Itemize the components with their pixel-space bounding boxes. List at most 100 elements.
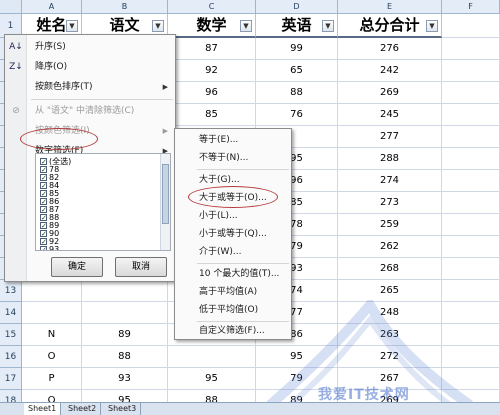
table-cell[interactable]: 65 xyxy=(256,60,338,82)
filter-values-list[interactable]: ✓ (全选) ✓ 78 ✓ 82 ✓ 84 ✓ 85 ✓ 86 ✓ 87 ✓ 88 ✓ 89 ✓ 90 ✓ 92 ✓ 93 xyxy=(35,153,171,251)
less-or-equal-item[interactable]: 小于或等于(Q)... xyxy=(175,225,291,243)
table-cell[interactable]: 92 xyxy=(168,60,256,82)
header-cell-total[interactable]: 总分合计 ▼ xyxy=(338,14,442,38)
filter-dropdown-button[interactable]: ▼ xyxy=(322,20,334,32)
checkbox-icon[interactable]: ✓ xyxy=(40,238,47,246)
table-cell[interactable]: 269 xyxy=(338,82,442,104)
table-cell[interactable]: 265 xyxy=(338,280,442,302)
header-cell-math[interactable]: 数学 ▼ xyxy=(168,14,256,38)
table-cell[interactable]: 262 xyxy=(338,236,442,258)
sheet-tab-2[interactable]: Sheet2 xyxy=(64,403,102,415)
table-cell[interactable]: 89 xyxy=(82,324,168,346)
scrollbar-thumb[interactable] xyxy=(162,164,169,224)
table-cell[interactable] xyxy=(442,126,500,148)
empty-cell[interactable] xyxy=(442,14,500,38)
sort-ascending-item[interactable]: A↓ 升序(S) xyxy=(5,37,175,57)
top-10-item[interactable]: 10 个最大的值(T)... xyxy=(175,265,291,283)
column-header-e[interactable]: E xyxy=(338,0,442,14)
table-cell[interactable] xyxy=(442,148,500,170)
table-cell[interactable]: 85 xyxy=(168,104,256,126)
table-cell[interactable]: 245 xyxy=(338,104,442,126)
row-header[interactable]: 16 xyxy=(0,346,22,368)
row-header[interactable]: 14 xyxy=(0,302,22,324)
filter-dropdown-button[interactable]: ▼ xyxy=(152,20,164,32)
table-cell[interactable]: 259 xyxy=(338,214,442,236)
filter-list-item[interactable]: ✓ 93 xyxy=(40,245,59,250)
filter-dropdown-button[interactable]: ▼ xyxy=(66,20,78,32)
table-cell[interactable] xyxy=(442,236,500,258)
table-cell[interactable]: 242 xyxy=(338,60,442,82)
filter-by-color-item[interactable]: 按颜色筛选(I) ▶ xyxy=(5,121,175,141)
clear-filter-item[interactable]: ⊘ 从 "语文" 中清除筛选(C) xyxy=(5,101,175,121)
equals-item[interactable]: 等于(E)... xyxy=(175,131,291,149)
table-cell[interactable]: 93 xyxy=(82,368,168,390)
table-cell[interactable] xyxy=(442,38,500,60)
row-header[interactable]: 13 xyxy=(0,280,22,302)
cancel-button[interactable]: 取消 xyxy=(115,257,167,277)
table-cell[interactable] xyxy=(82,280,168,302)
sheet-tab-1[interactable]: Sheet1 xyxy=(24,403,62,415)
row-header[interactable]: 15 xyxy=(0,324,22,346)
table-cell[interactable]: P xyxy=(22,368,82,390)
checkbox-icon[interactable]: ✓ xyxy=(40,174,47,182)
table-cell[interactable]: 88 xyxy=(82,346,168,368)
table-cell[interactable] xyxy=(442,170,500,192)
table-cell[interactable]: 274 xyxy=(338,170,442,192)
table-cell[interactable] xyxy=(82,302,168,324)
table-cell[interactable]: 288 xyxy=(338,148,442,170)
row-header[interactable]: 17 xyxy=(0,368,22,390)
table-cell[interactable] xyxy=(22,280,82,302)
checkbox-icon[interactable]: ✓ xyxy=(40,198,47,206)
above-average-item[interactable]: 高于平均值(A) xyxy=(175,283,291,301)
checkbox-icon[interactable]: ✓ xyxy=(40,230,47,238)
column-header-a[interactable]: A xyxy=(22,0,82,14)
column-header-c[interactable]: C xyxy=(168,0,256,14)
sort-descending-item[interactable]: Z↓ 降序(O) xyxy=(5,57,175,77)
table-cell[interactable]: N xyxy=(22,324,82,346)
checkbox-icon[interactable]: ✓ xyxy=(40,214,47,222)
checkbox-icon[interactable]: ✓ xyxy=(40,158,47,166)
table-cell[interactable]: 88 xyxy=(256,82,338,104)
table-cell[interactable]: O xyxy=(22,346,82,368)
checkbox-icon[interactable]: ✓ xyxy=(40,246,47,250)
table-cell[interactable] xyxy=(442,82,500,104)
greater-than-item[interactable]: 大于(G)... xyxy=(175,171,291,189)
checkbox-icon[interactable]: ✓ xyxy=(40,206,47,214)
table-cell[interactable] xyxy=(442,258,500,280)
table-cell[interactable] xyxy=(442,280,500,302)
table-cell[interactable]: 95 xyxy=(168,368,256,390)
sheet-tab-3[interactable]: Sheet3 xyxy=(104,403,142,415)
list-scrollbar[interactable] xyxy=(160,154,170,250)
table-cell[interactable]: 273 xyxy=(338,192,442,214)
table-cell[interactable]: 87 xyxy=(168,38,256,60)
checkbox-icon[interactable]: ✓ xyxy=(40,166,47,174)
table-cell[interactable]: 76 xyxy=(256,104,338,126)
table-cell[interactable]: 99 xyxy=(256,38,338,60)
less-than-item[interactable]: 小于(L)... xyxy=(175,207,291,225)
checkbox-icon[interactable]: ✓ xyxy=(40,182,47,190)
filter-dropdown-button[interactable]: ▼ xyxy=(426,20,438,32)
column-header-b[interactable]: B xyxy=(82,0,168,14)
not-equals-item[interactable]: 不等于(N)... xyxy=(175,149,291,167)
table-cell[interactable] xyxy=(22,302,82,324)
column-header-d[interactable]: D xyxy=(256,0,338,14)
between-item[interactable]: 介于(W)... xyxy=(175,243,291,261)
table-cell[interactable] xyxy=(442,214,500,236)
table-cell[interactable]: 276 xyxy=(338,38,442,60)
table-cell[interactable] xyxy=(442,192,500,214)
select-all-corner[interactable] xyxy=(0,0,22,14)
table-cell[interactable]: 268 xyxy=(338,258,442,280)
column-header-f[interactable]: F xyxy=(442,0,500,14)
header-cell-english[interactable]: 英语 ▼ xyxy=(256,14,338,38)
sort-by-color-item[interactable]: 按颜色排序(T) ▶ xyxy=(5,77,175,97)
greater-or-equal-item[interactable]: 大于或等于(O)... xyxy=(175,189,291,207)
checkbox-icon[interactable]: ✓ xyxy=(40,190,47,198)
table-cell[interactable]: 277 xyxy=(338,126,442,148)
table-cell[interactable] xyxy=(442,104,500,126)
ok-button[interactable]: 确定 xyxy=(51,257,103,277)
filter-dropdown-button[interactable]: ▼ xyxy=(240,20,252,32)
table-cell[interactable] xyxy=(442,60,500,82)
checkbox-icon[interactable]: ✓ xyxy=(40,222,47,230)
table-cell[interactable] xyxy=(168,346,256,368)
table-cell[interactable]: 96 xyxy=(168,82,256,104)
